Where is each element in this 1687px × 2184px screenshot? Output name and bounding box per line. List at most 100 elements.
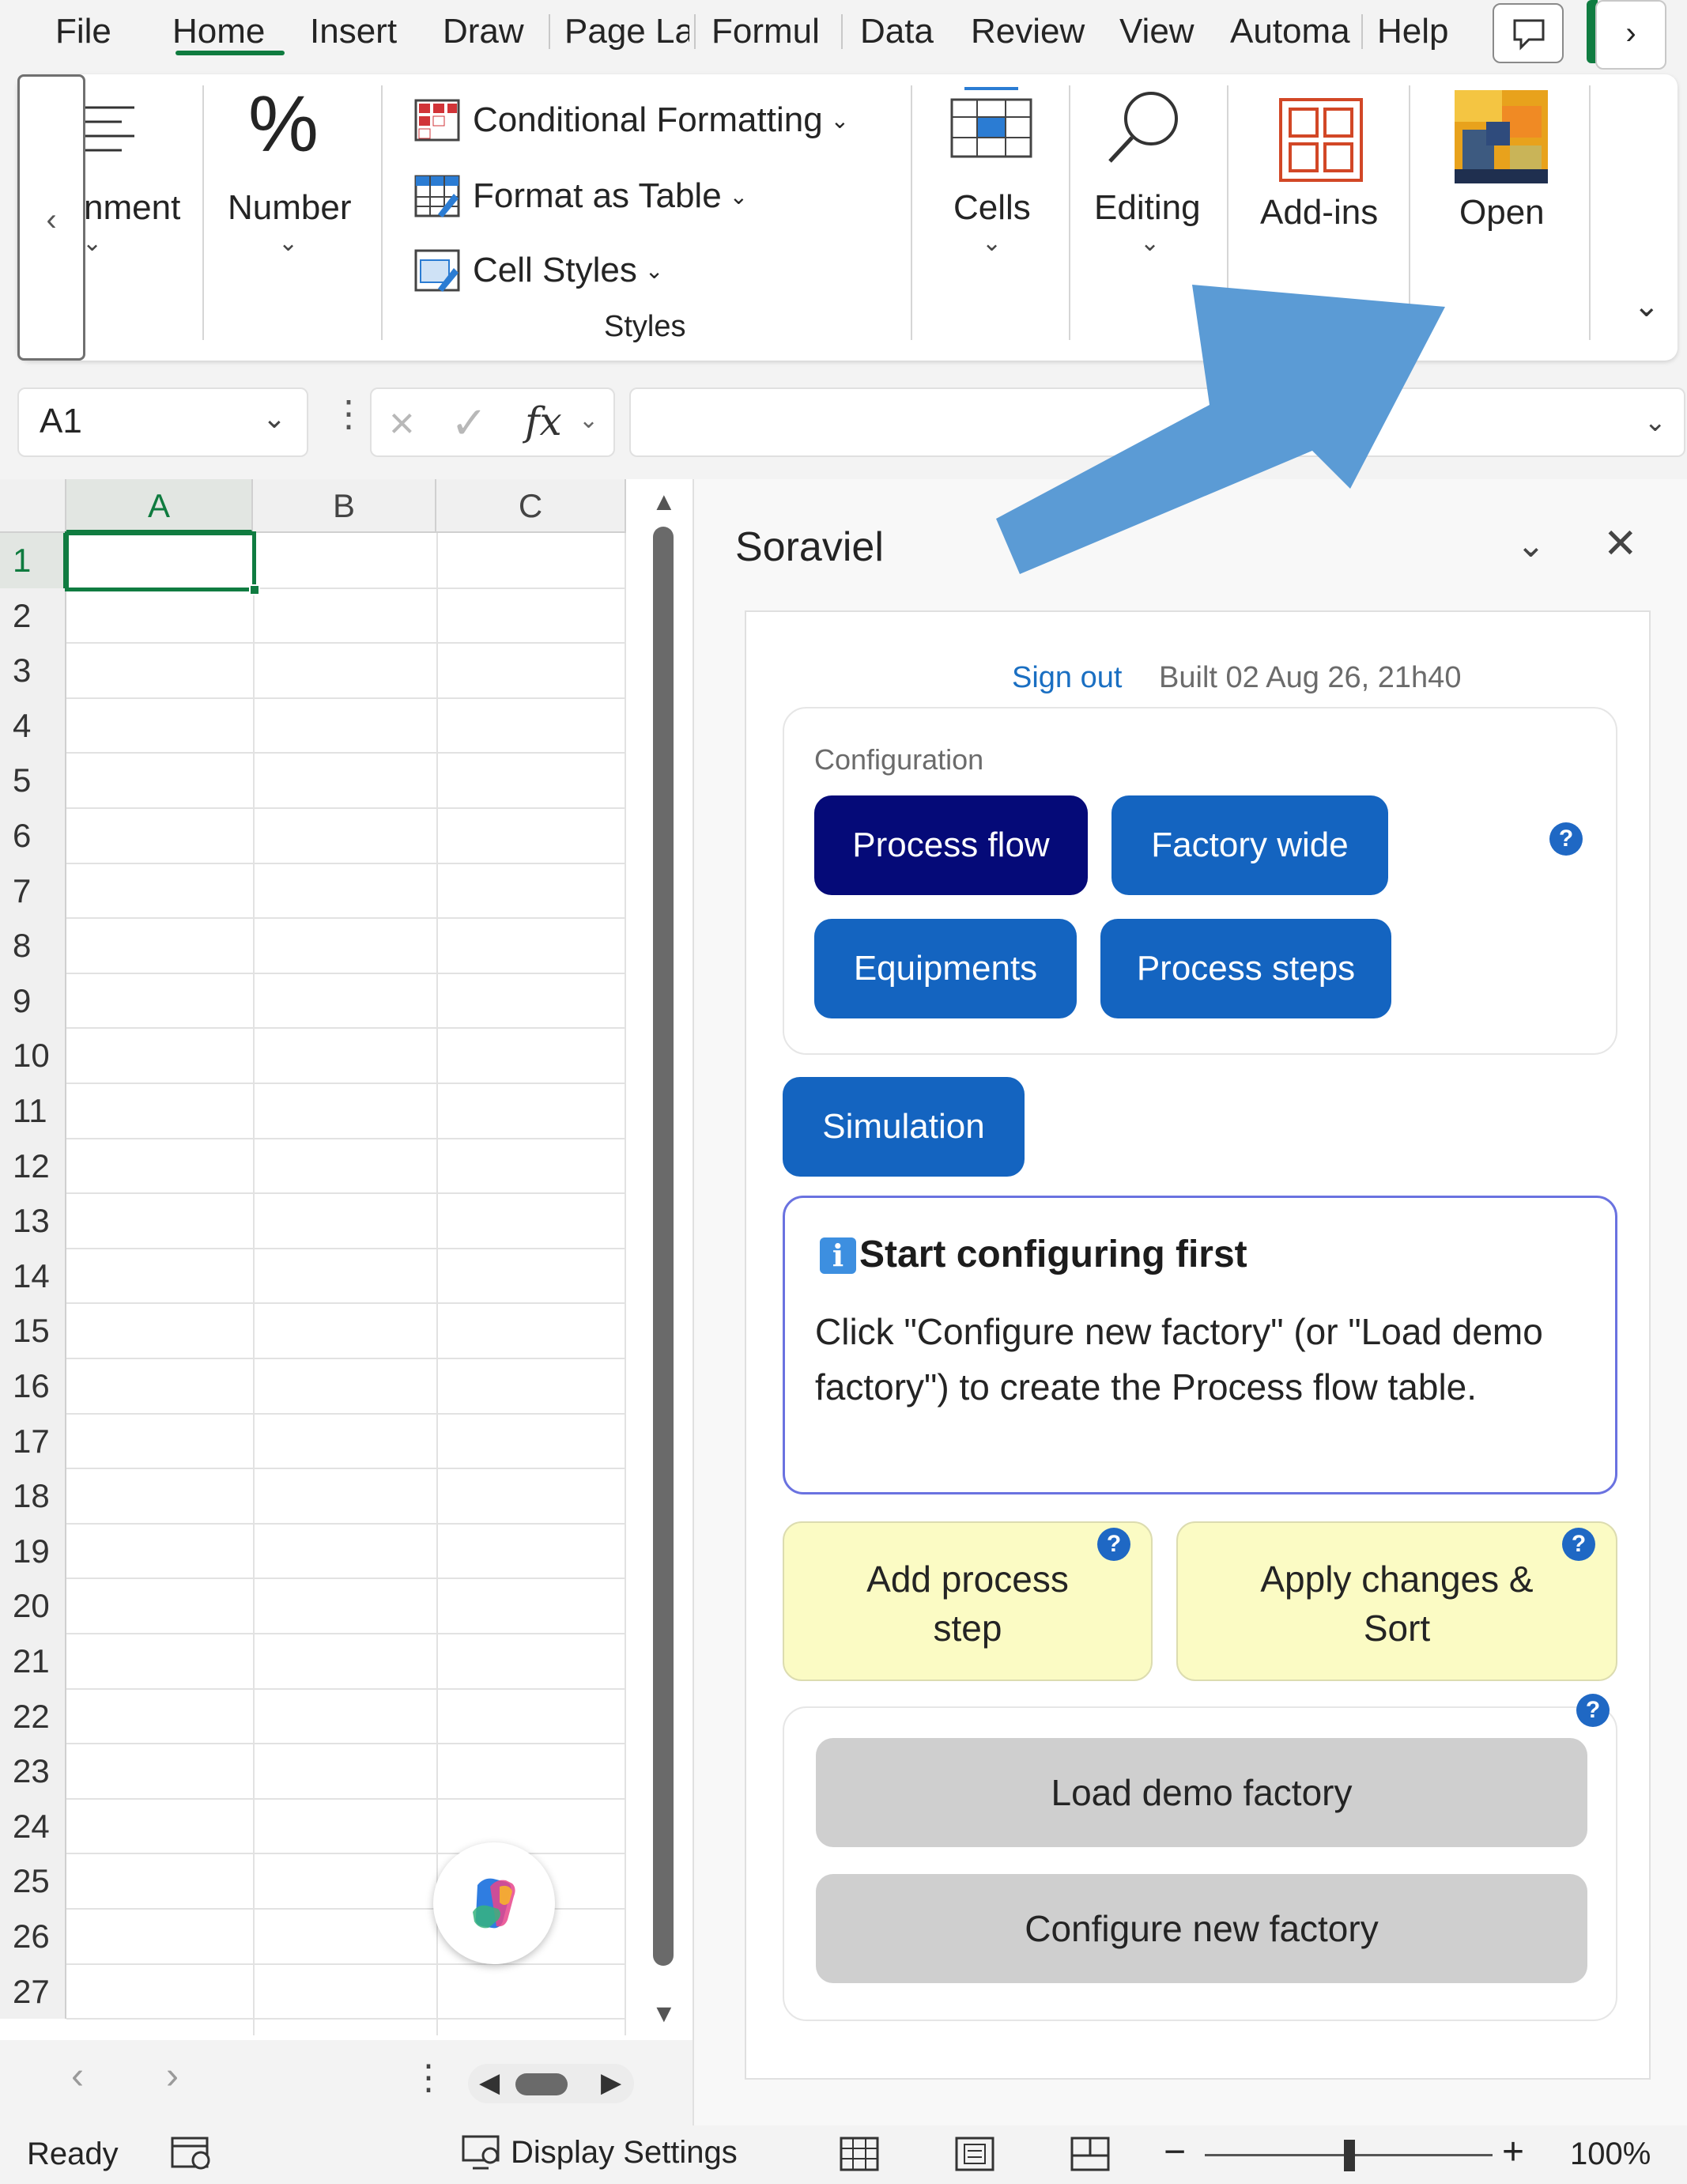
process-steps-button[interactable]: Process steps <box>1100 919 1391 1018</box>
row-header[interactable]: 27 <box>0 1963 66 2020</box>
scrollbar-thumb[interactable] <box>653 527 674 1966</box>
zoom-in-button[interactable]: + <box>1502 2130 1524 2174</box>
previous-sheet-icon[interactable]: ‹ <box>71 2054 84 2098</box>
cell-styles-button[interactable]: Cell Styles ⌄ <box>414 239 663 302</box>
scroll-down-icon[interactable]: ▼ <box>651 1999 677 2028</box>
ribbon-scroll-left-button[interactable]: ‹ <box>17 74 85 361</box>
apply-changes-sort-button[interactable]: Apply changes & Sort <box>1176 1521 1617 1681</box>
accessibility-icon[interactable] <box>169 2133 215 2173</box>
zoom-level[interactable]: 100% <box>1570 2137 1651 2172</box>
row-header[interactable]: 6 <box>0 808 66 863</box>
normal-view-icon[interactable] <box>838 2135 882 2173</box>
row-header[interactable]: 15 <box>0 1303 66 1358</box>
help-icon[interactable]: ? <box>1576 1694 1610 1727</box>
check-icon[interactable]: ✓ <box>451 397 488 449</box>
conditional-formatting-button[interactable]: Conditional Formatting ⌄ <box>414 89 849 152</box>
expand-formula-chevron-icon[interactable]: ⌄ <box>1644 406 1667 438</box>
select-all-corner[interactable] <box>0 479 66 533</box>
help-icon[interactable]: ? <box>1097 1528 1130 1561</box>
addins-button[interactable]: Add-ins <box>1260 193 1378 232</box>
number-format-button[interactable]: Number <box>228 188 352 228</box>
display-settings-button[interactable]: Display Settings <box>462 2133 738 2171</box>
tab-help[interactable]: Help <box>1377 8 1462 55</box>
tab-page-layout[interactable]: Page La <box>564 8 689 55</box>
row-header[interactable]: 18 <box>0 1468 66 1524</box>
insert-function-button[interactable]: fx <box>525 399 562 444</box>
zoom-slider-thumb[interactable] <box>1344 2140 1355 2171</box>
tab-home[interactable]: Home <box>172 8 288 55</box>
row-header[interactable]: 21 <box>0 1634 66 1689</box>
spreadsheet-grid[interactable]: A B C 1 2 3 4 5 6 7 8 9 10 11 12 13 14 15 16 17 18 19 20 21 2… <box>0 479 693 2061</box>
row-header[interactable]: 3 <box>0 643 66 698</box>
row-header[interactable]: 24 <box>0 1798 66 1854</box>
alignment-label[interactable]: nment <box>84 188 180 228</box>
row-header[interactable]: 11 <box>0 1083 66 1139</box>
copilot-button[interactable] <box>433 1842 555 1964</box>
more-options-icon[interactable]: ⋮ <box>330 392 367 435</box>
scroll-right-icon[interactable]: ▶ <box>601 2067 621 2099</box>
equipments-button[interactable]: Equipments <box>814 919 1077 1018</box>
row-header[interactable]: 19 <box>0 1523 66 1579</box>
zoom-out-button[interactable]: − <box>1164 2130 1186 2174</box>
fill-handle[interactable] <box>249 584 260 595</box>
scroll-left-icon[interactable]: ◀ <box>479 2067 500 2099</box>
tab-review[interactable]: Review <box>971 8 1091 55</box>
cells-button[interactable]: Cells <box>953 188 1031 228</box>
simulation-button[interactable]: Simulation <box>783 1077 1025 1177</box>
column-header[interactable]: C <box>436 479 626 533</box>
row-header[interactable]: 26 <box>0 1909 66 1964</box>
row-header[interactable]: 4 <box>0 697 66 754</box>
active-cell[interactable] <box>65 531 260 595</box>
chevron-down-icon[interactable]: ⌄ <box>579 406 598 434</box>
factory-wide-button[interactable]: Factory wide <box>1111 795 1388 895</box>
vertical-scrollbar[interactable]: ▲ ▼ <box>647 479 678 2045</box>
row-header[interactable]: 9 <box>0 973 66 1029</box>
close-icon[interactable]: ✕ <box>1603 520 1638 568</box>
row-header[interactable]: 16 <box>0 1358 66 1414</box>
open-addin-button[interactable]: Open <box>1459 193 1545 232</box>
tab-view[interactable]: View <box>1119 8 1203 55</box>
row-header[interactable]: 23 <box>0 1744 66 1799</box>
row-header[interactable]: 14 <box>0 1248 66 1304</box>
row-header[interactable]: 1 <box>0 533 66 588</box>
comments-button[interactable] <box>1493 3 1564 63</box>
page-break-view-icon[interactable] <box>1069 2135 1113 2173</box>
row-header[interactable]: 17 <box>0 1413 66 1469</box>
pane-options-chevron-icon[interactable]: ⌄ <box>1516 525 1545 565</box>
tab-data[interactable]: Data <box>860 8 942 55</box>
row-header[interactable]: 7 <box>0 863 66 919</box>
row-header[interactable]: 22 <box>0 1688 66 1744</box>
help-icon[interactable]: ? <box>1562 1528 1595 1561</box>
tab-insert[interactable]: Insert <box>310 8 408 55</box>
more-sheets-icon[interactable]: ⋮ <box>411 2057 446 2098</box>
tab-draw[interactable]: Draw <box>443 8 531 55</box>
row-header[interactable]: 5 <box>0 753 66 808</box>
page-layout-view-icon[interactable] <box>953 2135 998 2173</box>
more-tabs-button[interactable]: › <box>1595 0 1666 70</box>
row-header[interactable]: 8 <box>0 918 66 973</box>
tab-automate[interactable]: Automa <box>1230 8 1355 55</box>
row-header[interactable]: 12 <box>0 1138 66 1194</box>
ribbon-expand-chevron-icon[interactable]: ⌄ <box>1633 288 1660 324</box>
process-flow-button[interactable]: Process flow <box>814 795 1088 895</box>
format-as-table-button[interactable]: Format as Table ⌄ <box>414 164 748 228</box>
load-demo-factory-button[interactable]: Load demo factory <box>816 1738 1587 1847</box>
row-header[interactable]: 25 <box>0 1853 66 1909</box>
next-sheet-icon[interactable]: › <box>166 2054 179 2098</box>
row-header[interactable]: 2 <box>0 588 66 644</box>
tab-formulas[interactable]: Formul <box>711 8 838 55</box>
column-header[interactable]: B <box>253 479 436 533</box>
horizontal-scrollbar[interactable]: ◀ ▶ <box>468 2064 634 2103</box>
row-header[interactable]: 13 <box>0 1193 66 1249</box>
row-header[interactable]: 10 <box>0 1028 66 1083</box>
help-icon[interactable]: ? <box>1549 822 1583 856</box>
cancel-icon[interactable]: × <box>389 397 415 448</box>
sign-out-link[interactable]: Sign out <box>1012 661 1122 694</box>
scroll-up-icon[interactable]: ▲ <box>651 487 677 516</box>
editing-button[interactable]: Editing <box>1094 188 1201 228</box>
configure-new-factory-button[interactable]: Configure new factory <box>816 1874 1587 1983</box>
column-header[interactable]: A <box>66 479 253 533</box>
row-header[interactable]: 20 <box>0 1578 66 1634</box>
name-box[interactable]: A1 ⌄ <box>17 387 308 457</box>
horizontal-scrollbar-thumb[interactable] <box>515 2073 568 2095</box>
